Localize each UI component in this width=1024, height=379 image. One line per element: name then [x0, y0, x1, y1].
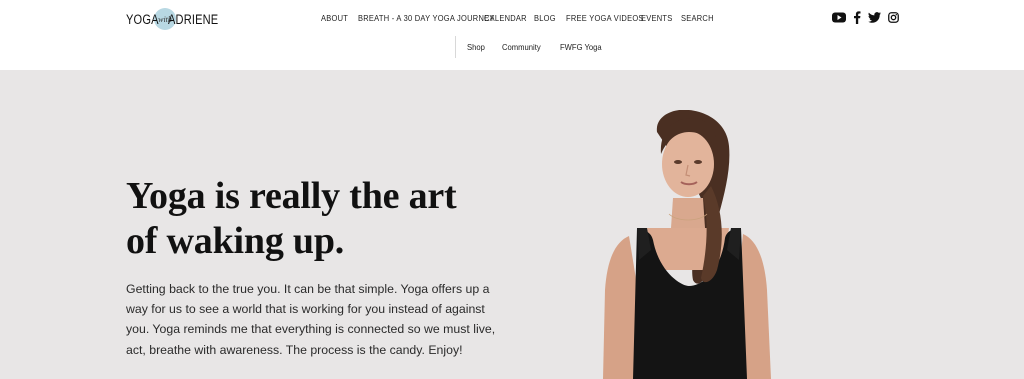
hero-body-line: way for us to see a world that is workin… — [126, 302, 485, 317]
nav-item-breath[interactable]: BREATH - A 30 DAY YOGA JOURNEY — [358, 13, 494, 23]
twitter-icon[interactable] — [868, 12, 881, 23]
hero-body-line: Getting back to the true you. It can be … — [126, 282, 490, 296]
nav-item-blog[interactable]: BLOG — [534, 13, 562, 23]
hero-body-line: you. Yoga reminds me that everything is … — [126, 322, 496, 337]
subnav-item-community[interactable]: Community — [502, 42, 541, 52]
subnav-item-fwfg-yoga[interactable]: FWFG Yoga — [560, 42, 602, 52]
hero-section: Yoga is really the art of waking up. Get… — [0, 70, 1024, 379]
nav-item-free-yoga-videos[interactable]: FREE YOGA VIDEOS — [566, 13, 643, 23]
site-header: YOGA with ADRIENE ABOUT BREATH - A 30 DA… — [0, 0, 1024, 70]
instagram-icon[interactable] — [888, 12, 899, 23]
nav-item-about[interactable]: ABOUT — [321, 13, 354, 23]
nav-item-search[interactable]: SEARCH — [681, 13, 714, 23]
logo-word-yoga: YOGA — [126, 11, 159, 27]
main-nav: ABOUT BREATH - A 30 DAY YOGA JOURNEY CAL… — [321, 13, 717, 23]
sub-nav: Shop Community FWFG Yoga — [455, 36, 621, 58]
nav-item-calendar[interactable]: CALENDAR — [484, 13, 528, 23]
site-logo[interactable]: YOGA with ADRIENE — [126, 6, 226, 32]
hero-body-line: act, breathe with awareness. The process… — [126, 342, 463, 357]
youtube-icon[interactable] — [832, 12, 846, 23]
logo-word-adriene: ADRIENE — [168, 11, 219, 27]
social-links — [832, 11, 899, 24]
hero-headline-line-2: of waking up. — [126, 220, 345, 262]
hero-portrait-image — [603, 110, 771, 379]
hero-headline: Yoga is really the art of waking up. — [126, 174, 506, 264]
hero-body-text: Getting back to the true you. It can be … — [126, 279, 496, 360]
subnav-item-shop[interactable]: Shop — [467, 42, 485, 52]
facebook-icon[interactable] — [853, 11, 861, 24]
nav-item-events[interactable]: EVENTS — [641, 13, 676, 23]
hero-headline-line-1: Yoga is really the art — [126, 175, 457, 217]
